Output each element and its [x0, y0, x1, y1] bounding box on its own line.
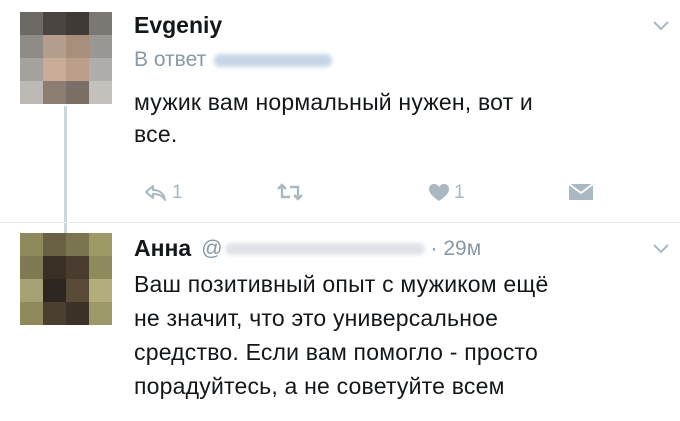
reply-to-line: В ответ — [134, 48, 333, 72]
retweet-icon — [277, 183, 303, 201]
reply-icon — [145, 185, 166, 201]
avatar[interactable] — [20, 12, 112, 104]
timestamp[interactable]: · 29м — [431, 237, 482, 261]
tweet-header: Evgeniy — [134, 12, 222, 39]
tweet-text-line: все. — [134, 121, 178, 147]
tweet-text-line: Ваш позитивный опыт с мужиком ещё — [134, 271, 549, 297]
tweet-text-line: мужик вам нормальный нужен, вот и — [134, 89, 533, 115]
author-name[interactable]: Анна — [134, 235, 191, 262]
reply-count: 1 — [172, 182, 183, 203]
handle-prefix: @ — [201, 236, 223, 260]
tweet-text-line: средство. Если вам помогло - просто — [134, 339, 539, 365]
chevron-down-icon[interactable] — [652, 243, 670, 255]
redacted-handle[interactable] — [224, 242, 425, 255]
tweet-actions: 1 1 — [134, 182, 614, 208]
retweet-button[interactable] — [276, 182, 304, 202]
thread-connector — [64, 106, 67, 234]
direct-message-button[interactable] — [568, 182, 594, 202]
reply-button[interactable]: 1 — [144, 182, 183, 204]
tweet-text: Ваш позитивный опыт с мужиком ещё не зна… — [134, 267, 664, 403]
like-icon — [429, 184, 449, 201]
direct-message-icon — [568, 183, 594, 200]
author-name[interactable]: Evgeniy — [134, 12, 222, 39]
like-button[interactable]: 1 — [428, 182, 465, 204]
tweet-anna[interactable]: Анна @ · 29м Ваш позитивный опыт с мужик… — [0, 222, 680, 421]
tweet-evgeniy[interactable]: Evgeniy В ответ мужик вам нормальный нуж… — [0, 0, 680, 234]
redacted-reply-handle[interactable] — [214, 53, 333, 67]
reply-prefix: В ответ — [134, 48, 207, 71]
tweet-header: Анна @ · 29м — [134, 235, 481, 262]
like-count: 1 — [454, 182, 465, 203]
chevron-down-icon[interactable] — [652, 20, 670, 32]
tweet-text: мужик вам нормальный нужен, вот и все. — [134, 86, 664, 150]
tweet-text-line: порадуйтесь, а не советуйте всем — [134, 373, 505, 399]
tweet-text-line: не значит, что это универсальное — [134, 305, 499, 331]
avatar[interactable] — [20, 233, 112, 325]
